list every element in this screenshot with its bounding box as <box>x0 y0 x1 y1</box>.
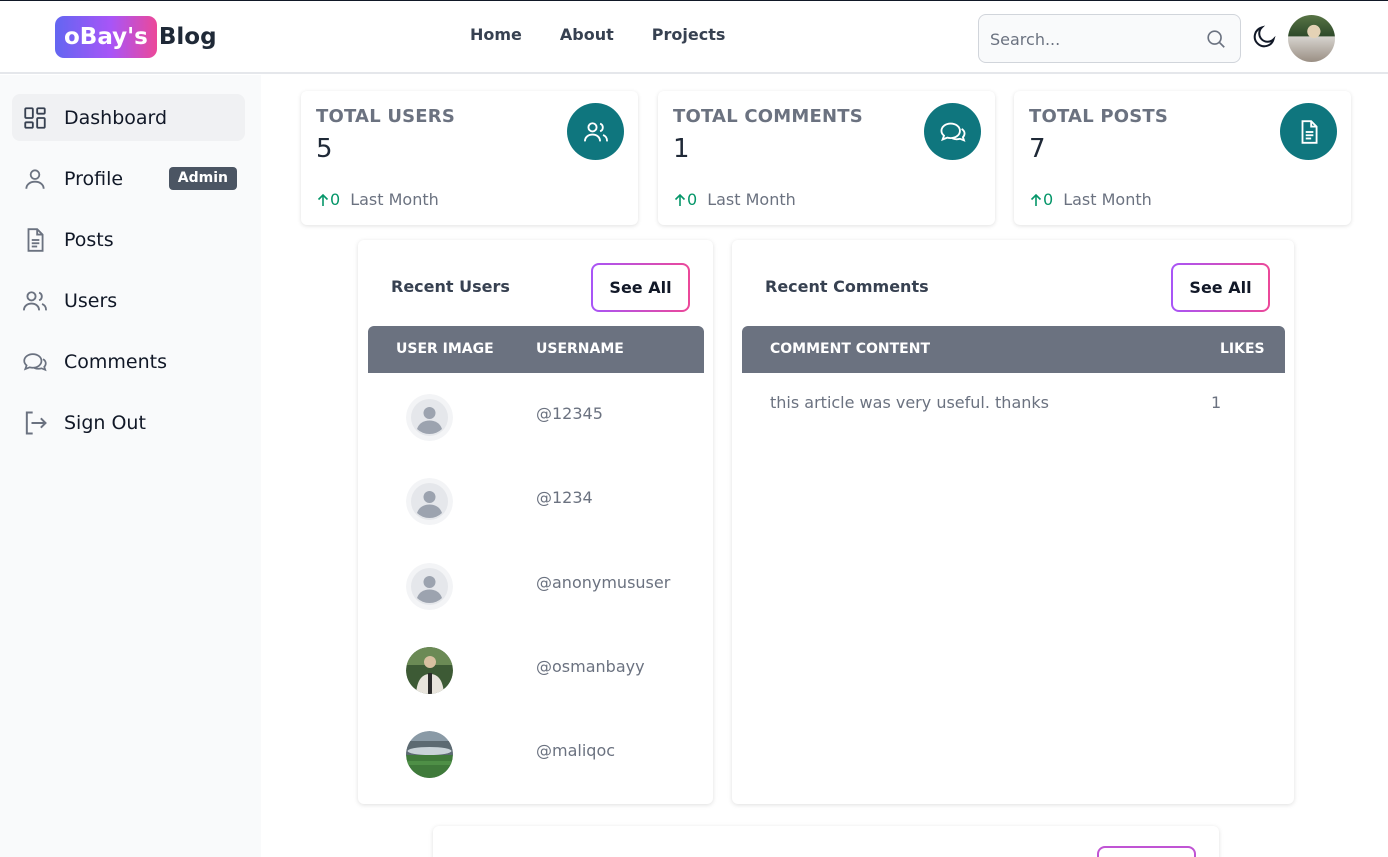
stat-card-total-users: TOTAL USERS 5 0 Last Month <box>301 91 638 225</box>
stat-value: 7 <box>1029 134 1046 164</box>
comments-icon <box>21 348 49 376</box>
stadium-avatar <box>406 731 453 778</box>
sidebar-item-sign-out[interactable]: Sign Out <box>12 399 245 446</box>
sidebar-item-label: Profile <box>64 167 124 190</box>
stat-change-up: 0 <box>1029 190 1053 209</box>
stat-change-value: 0 <box>687 190 698 209</box>
default-avatar <box>406 478 453 525</box>
comment-likes: 1 <box>1211 393 1222 412</box>
comment-content: this article was very useful. thanks <box>770 393 1049 412</box>
dashboard-icon <box>21 104 49 132</box>
nav-home-link[interactable]: Home <box>470 25 522 44</box>
user-avatar[interactable] <box>1288 15 1335 62</box>
main-nav: Home About Projects <box>470 25 763 44</box>
stat-period: Last Month <box>350 190 439 209</box>
column-header: USER IMAGE <box>396 341 494 357</box>
sidebar-item-label: Posts <box>64 228 114 251</box>
stat-title: TOTAL COMMENTS <box>673 106 863 127</box>
stat-title: TOTAL USERS <box>316 106 456 127</box>
stat-value: 1 <box>673 134 690 164</box>
top-navbar: oBay's Blog Home About Projects <box>0 1 1388 74</box>
see-all-comments-button[interactable]: See All <box>1171 263 1270 312</box>
panel-title: Recent Comments <box>765 277 929 296</box>
sidebar-item-label: Users <box>64 289 118 312</box>
stat-card-total-posts: TOTAL POSTS 7 0 Last Month <box>1014 91 1351 225</box>
username: @1234 <box>536 488 593 507</box>
stat-change-up: 0 <box>316 190 340 209</box>
see-all-users-button[interactable]: See All <box>591 263 690 312</box>
users-icon <box>567 103 624 160</box>
username: @maliqoc <box>536 741 616 760</box>
site-logo[interactable]: oBay's Blog <box>55 15 217 58</box>
search-input[interactable] <box>990 27 1190 51</box>
table-header: USER IMAGE USERNAME <box>368 326 704 373</box>
arrow-up-icon <box>317 193 329 206</box>
search-icon[interactable] <box>1205 28 1227 54</box>
logo-text: Blog <box>158 23 217 50</box>
sidebar-item-comments[interactable]: Comments <box>12 338 245 385</box>
see-all-posts-button[interactable] <box>1097 846 1196 857</box>
see-all-label: See All <box>1173 265 1268 310</box>
column-header: COMMENT CONTENT <box>770 341 931 357</box>
stat-change-value: 0 <box>330 190 341 209</box>
sidebar-item-label: Dashboard <box>64 106 168 129</box>
username: @osmanbayy <box>536 657 645 676</box>
recent-users-panel: Recent Users See All USER IMAGE USERNAME… <box>358 240 713 804</box>
default-avatar <box>406 563 453 610</box>
username: @anonymususer <box>536 573 671 592</box>
table-row[interactable]: @1234 <box>368 457 704 541</box>
panel-title: Recent Users <box>391 277 510 296</box>
stat-card-total-comments: TOTAL COMMENTS 1 0 Last Month <box>658 91 995 225</box>
moon-icon[interactable] <box>1251 23 1278 54</box>
stat-title: TOTAL POSTS <box>1029 106 1169 127</box>
admin-badge: Admin <box>168 167 237 190</box>
users-icon <box>21 287 49 315</box>
table-row[interactable]: @maliqoc <box>368 710 704 794</box>
search-box <box>978 14 1241 63</box>
see-all-label: See All <box>593 265 688 310</box>
arrow-up-icon <box>1030 193 1042 206</box>
sidebar-item-profile[interactable]: Profile Admin <box>12 155 245 202</box>
arrow-up-icon <box>674 193 686 206</box>
document-icon <box>21 226 49 254</box>
stat-change: 0 Last Month <box>316 190 439 209</box>
column-header: USERNAME <box>536 341 624 357</box>
stat-value: 5 <box>316 134 333 164</box>
sidebar-item-users[interactable]: Users <box>12 277 245 324</box>
sign-out-icon <box>21 409 49 437</box>
nav-projects-link[interactable]: Projects <box>652 25 726 44</box>
sidebar: Dashboard Profile Admin Posts Users Comm… <box>0 75 261 857</box>
sidebar-item-label: Sign Out <box>64 411 146 434</box>
stat-period: Last Month <box>707 190 796 209</box>
nav-about-link[interactable]: About <box>560 25 614 44</box>
table-row[interactable]: @12345 <box>368 373 704 457</box>
user-icon <box>21 165 49 193</box>
document-icon <box>1280 103 1337 160</box>
default-avatar <box>406 394 453 441</box>
table-row[interactable]: @anonymususer <box>368 542 704 626</box>
logo-badge: oBay's <box>55 15 157 58</box>
sidebar-item-posts[interactable]: Posts <box>12 216 245 263</box>
stat-change: 0 Last Month <box>1029 190 1152 209</box>
stat-change: 0 Last Month <box>673 190 796 209</box>
stat-change-value: 0 <box>1043 190 1054 209</box>
sidebar-item-dashboard[interactable]: Dashboard <box>12 94 245 141</box>
recent-posts-panel <box>433 826 1219 857</box>
recent-comments-panel: Recent Comments See All COMMENT CONTENT … <box>732 240 1294 804</box>
stat-period: Last Month <box>1063 190 1152 209</box>
photo-avatar <box>406 647 453 694</box>
comments-icon <box>924 103 981 160</box>
column-header: LIKES <box>1220 341 1265 357</box>
table-row[interactable]: @osmanbayy <box>368 626 704 710</box>
username: @12345 <box>536 404 603 423</box>
table-header: COMMENT CONTENT LIKES <box>742 326 1285 373</box>
sidebar-item-label: Comments <box>64 350 167 373</box>
stat-change-up: 0 <box>673 190 697 209</box>
